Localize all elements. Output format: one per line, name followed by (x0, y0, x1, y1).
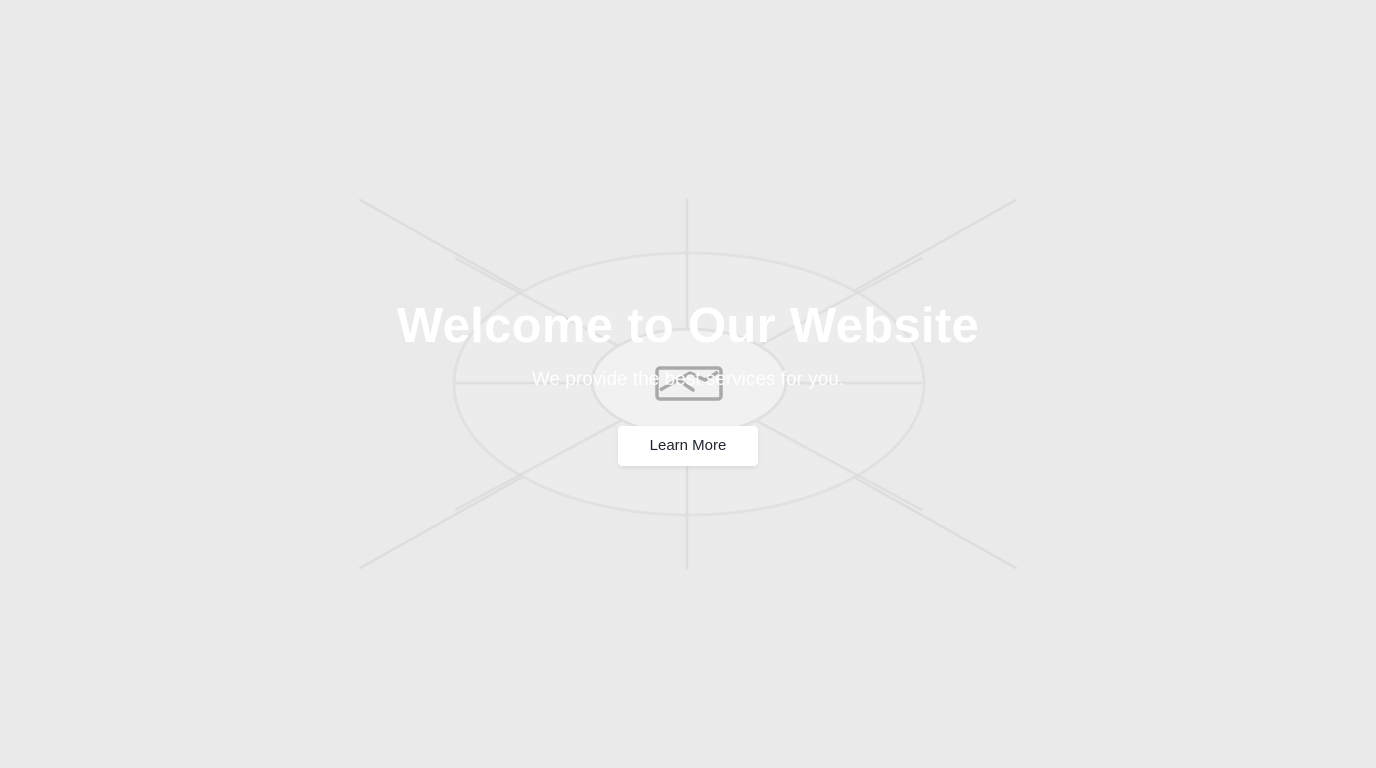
hero-section: Welcome to Our Website We provide the be… (0, 0, 1376, 768)
learn-more-button[interactable]: Learn More (618, 426, 758, 466)
hero-content: Welcome to Our Website We provide the be… (0, 0, 1376, 768)
hero-subtitle: We provide the best services for you. (531, 369, 845, 390)
hero-title: Welcome to Our Website (396, 299, 979, 353)
